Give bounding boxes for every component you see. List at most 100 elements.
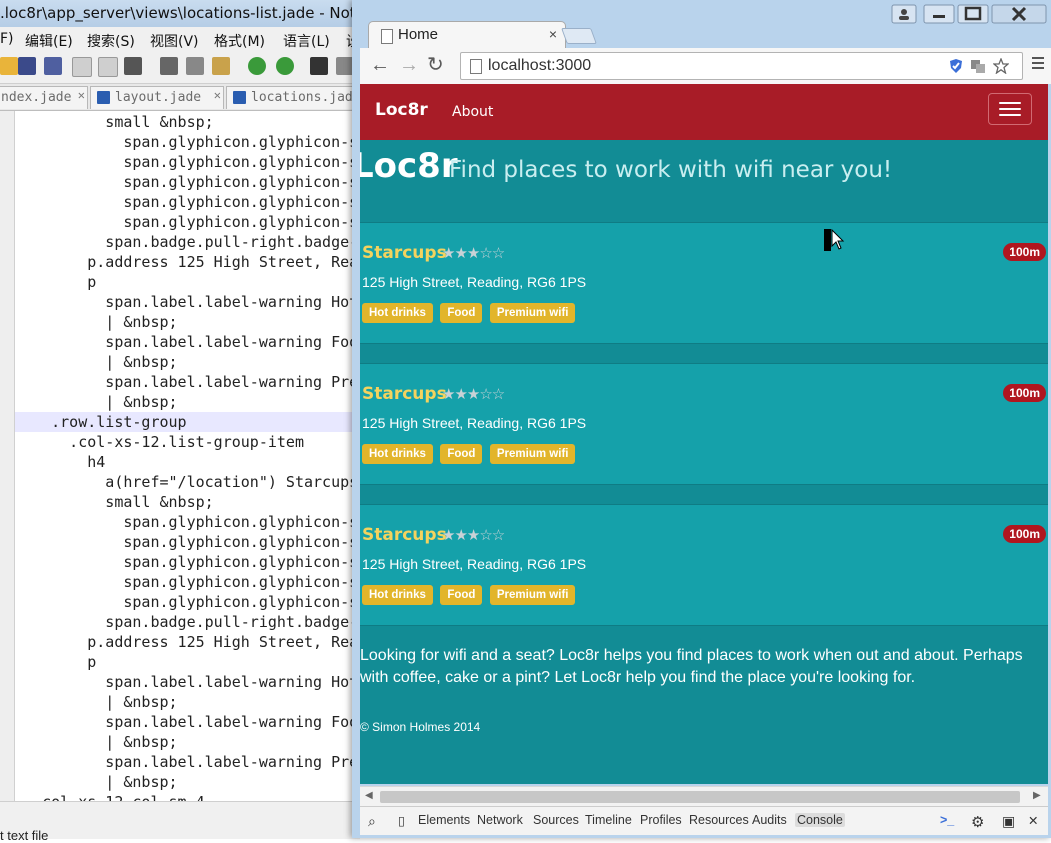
location-name-link[interactable]: Starcups (362, 243, 447, 263)
status-filetype: t text file (0, 828, 49, 843)
console-drawer-icon[interactable]: >_ (940, 813, 954, 827)
devtools-tab-network[interactable]: Network (477, 813, 523, 827)
new-tab-button[interactable] (561, 28, 597, 44)
menu-search[interactable]: 搜索(S) (87, 31, 135, 51)
code-line: span.glyphicon.glyphicon-star-empty (123, 593, 360, 611)
address-bar[interactable]: localhost:3000 (460, 52, 1023, 80)
mouse-cursor-icon (824, 229, 845, 251)
minimize-icon[interactable] (923, 4, 955, 24)
dock-side-icon[interactable]: ▣ (1002, 813, 1015, 830)
location-list-item: Starcups ★★★☆☆ 100m 125 High Street, Rea… (360, 363, 1048, 485)
site-navbar: Loc8r About (360, 84, 1048, 140)
file-tab-index[interactable]: ndex.jade ✕ (0, 86, 88, 109)
brand-link[interactable]: Loc8r (375, 100, 428, 120)
save-all-icon[interactable] (44, 57, 62, 75)
code-line: | &nbsp; (15, 393, 178, 411)
close-icon[interactable]: ✕ (78, 88, 85, 102)
chrome-menu-icon[interactable] (1032, 57, 1044, 69)
close-icon[interactable]: × (549, 26, 557, 42)
code-line: .col-xs-12.list-group-item (15, 433, 304, 451)
page-icon (381, 29, 393, 44)
shield-icon[interactable] (948, 58, 964, 74)
nav-about-link[interactable]: About (452, 104, 493, 120)
menu-language[interactable]: 语言(L) (283, 31, 330, 51)
back-icon[interactable]: ← (370, 55, 390, 75)
code-line: span.glyphicon.glyphicon-star (15, 553, 360, 571)
devtools-tab-profiles[interactable]: Profiles (640, 813, 682, 827)
line-gutter (0, 111, 15, 801)
reload-icon[interactable]: ↻ (427, 55, 444, 75)
facility-labels: Hot drinks Food Premium wifi (362, 444, 578, 465)
save-icon (233, 91, 246, 104)
code-line: small &nbsp; (15, 113, 214, 131)
menu-edit[interactable]: 编辑(E) (25, 31, 73, 51)
location-name-link[interactable]: Starcups (362, 384, 447, 404)
file-tab-label: locations.jade (251, 90, 361, 105)
menu-view[interactable]: 视图(V) (150, 31, 199, 51)
code-editor[interactable]: small &nbsp; span.glyphicon.glyphicon-st… (15, 111, 360, 801)
close-file-icon[interactable] (72, 57, 92, 77)
browser-window: Home × ← → ↻ localhost:3000 Loc8r About … (352, 0, 1051, 838)
devtools-tab-sources[interactable]: Sources (533, 813, 579, 827)
code-line: p.address 125 High Street, Reading, RG6 … (87, 253, 360, 271)
rating-stars: ★★★☆☆ (442, 245, 505, 262)
close-icon[interactable]: ✕ (214, 88, 221, 102)
location-address: 125 High Street, Reading, RG6 1PS (362, 415, 587, 431)
browser-tab-home[interactable]: Home × (368, 21, 566, 49)
scroll-right-icon[interactable]: ▶ (1033, 790, 1041, 801)
location-name-link[interactable]: Starcups (362, 525, 447, 545)
menu-format[interactable]: 格式(M) (214, 31, 265, 51)
devtools-toolbar: ⌕ ▯ Elements Network Sources Timeline Pr… (360, 806, 1048, 835)
devtools-tab-console[interactable]: Console (795, 813, 845, 827)
close-icon[interactable]: ✕ (1028, 813, 1038, 828)
code-line: span.label.label-warning Premium wifi (105, 373, 360, 391)
undo-icon[interactable] (248, 57, 266, 75)
footer-copyright: © Simon Holmes 2014 (360, 720, 481, 734)
location-address: 125 High Street, Reading, RG6 1PS (362, 556, 587, 572)
maximize-icon[interactable] (957, 4, 989, 24)
gear-icon[interactable]: ⚙ (971, 813, 984, 831)
print-icon[interactable] (124, 57, 142, 75)
device-mode-icon[interactable]: ▯ (398, 813, 405, 828)
facility-labels: Hot drinks Food Premium wifi (362, 585, 578, 606)
find-icon[interactable] (310, 57, 328, 75)
file-tab-layout[interactable]: layout.jade ✕ (90, 86, 224, 109)
cut-icon[interactable] (160, 57, 178, 75)
copy-icon[interactable] (186, 57, 204, 75)
navbar-toggle-button[interactable] (988, 93, 1032, 125)
location-list-item: Starcups ★★★☆☆ 100m 125 High Street, Rea… (360, 222, 1048, 344)
devtools-tab-elements[interactable]: Elements (418, 813, 470, 827)
code-line: | &nbsp; (15, 693, 178, 711)
devtools-tab-timeline[interactable]: Timeline (585, 813, 632, 827)
scroll-left-icon[interactable]: ◀ (365, 790, 373, 801)
user-icon[interactable] (891, 4, 917, 24)
close-all-icon[interactable] (98, 57, 118, 77)
search-icon[interactable]: ⌕ (368, 813, 376, 830)
devtools-tab-resources[interactable]: Resources (689, 813, 749, 827)
devtools-tab-audits[interactable]: Audits (752, 813, 787, 827)
code-line: h4 (15, 453, 106, 471)
code-line: span.label.label-warning Hot drinks (105, 293, 359, 311)
translate-icon[interactable] (970, 58, 986, 74)
code-line: span.glyphicon.glyphicon-star (15, 513, 360, 531)
code-line: span.label.label-warning Premium wifi (105, 753, 360, 771)
code-line: span.glyphicon.glyphicon-star (15, 533, 360, 551)
code-line: span.label.label-warning Hot drinks (105, 673, 359, 691)
open-file-icon[interactable] (0, 57, 18, 75)
close-window-icon[interactable] (991, 4, 1047, 24)
menu-file[interactable]: F) (0, 31, 14, 47)
code-line: | &nbsp; (15, 733, 178, 751)
file-tab-locations[interactable]: locations.jade (226, 86, 368, 109)
code-line: span.glyphicon.glyphicon-star (15, 133, 360, 151)
save-icon[interactable] (18, 57, 36, 75)
code-line: span.glyphicon.glyphicon-star (15, 173, 360, 191)
bookmark-star-icon[interactable] (993, 58, 1009, 74)
redo-icon[interactable] (276, 57, 294, 75)
facility-label: Food (440, 444, 483, 464)
scrollbar-thumb[interactable] (380, 791, 1020, 803)
forward-icon[interactable]: → (399, 55, 419, 75)
code-line: span.glyphicon.glyphicon-star (15, 573, 360, 591)
paste-icon[interactable] (212, 57, 230, 75)
horizontal-scrollbar[interactable]: ◀ ▶ (360, 786, 1048, 807)
distance-badge: 100m (1003, 525, 1046, 543)
